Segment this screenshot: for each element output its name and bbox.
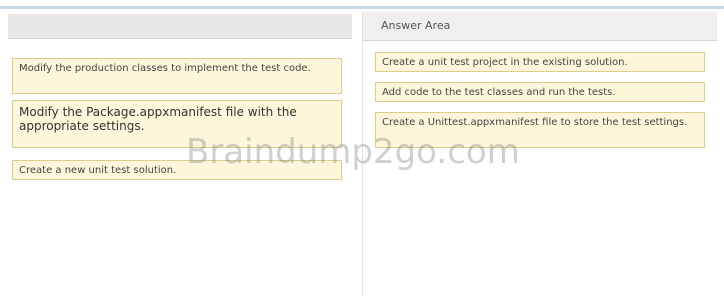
answer-area-header: Answer Area <box>363 12 717 41</box>
source-item-modify-production-classes[interactable]: Modify the production classes to impleme… <box>12 58 342 94</box>
top-divider <box>0 6 724 9</box>
source-panel-header <box>8 14 352 39</box>
answer-item-create-unit-test-project[interactable]: Create a unit test project in the existi… <box>375 52 705 72</box>
answer-area-title: Answer Area <box>381 19 451 32</box>
answer-item-add-code-run-tests[interactable]: Add code to the test classes and run the… <box>375 82 705 102</box>
watermark-text: Braindump2go.com <box>186 132 520 172</box>
